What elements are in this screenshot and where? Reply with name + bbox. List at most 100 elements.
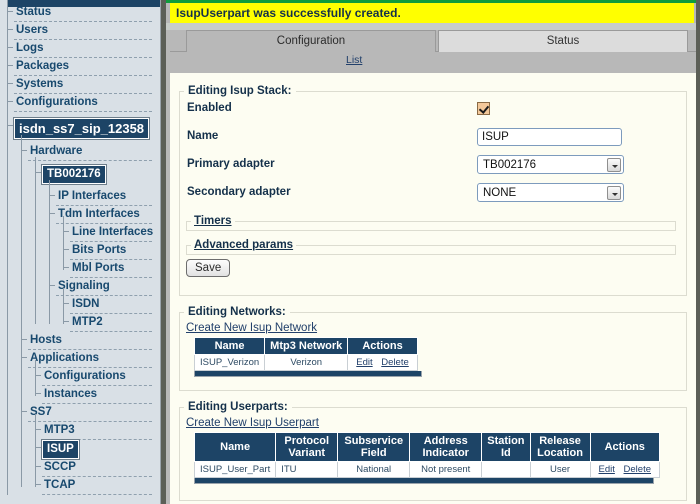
sidebar-item-applications[interactable]: Applications bbox=[28, 350, 160, 368]
sidebar-item-label: TCAP bbox=[42, 477, 152, 495]
primary-adapter-field: TB002176 bbox=[477, 155, 624, 174]
sidebar-item-label: Bits Ports bbox=[70, 242, 152, 260]
sidebar-item-mbl-ports[interactable]: Mbl Ports bbox=[70, 260, 160, 278]
sidebar-item-users[interactable]: Users bbox=[14, 22, 160, 40]
sidebar-item-tdm-interfaces[interactable]: Tdm Interfaces bbox=[56, 206, 160, 224]
sidebar-tdm-children: Line Interfaces Bits Ports Mbl Ports bbox=[56, 224, 160, 278]
delete-link[interactable]: Delete bbox=[624, 464, 651, 475]
cell-release-location: User bbox=[530, 462, 590, 478]
sidebar-item-packages[interactable]: Packages bbox=[14, 58, 160, 76]
cell-name: ISUP_User_Part bbox=[195, 462, 276, 478]
timers-fieldset[interactable]: Timers bbox=[186, 215, 676, 231]
sidebar-item-line-interfaces[interactable]: Line Interfaces bbox=[70, 224, 160, 242]
table-header-row: Name Mtp3 Network Actions bbox=[195, 338, 418, 355]
chevron-down-icon[interactable] bbox=[607, 186, 621, 200]
sidebar-item-signaling[interactable]: Signaling bbox=[56, 278, 160, 296]
primary-adapter-row: Primary adapter TB002176 bbox=[180, 153, 686, 181]
sidebar-item-ip-interfaces[interactable]: IP Interfaces bbox=[56, 188, 160, 206]
sidebar-item-label: Systems bbox=[14, 76, 152, 94]
sidebar-item-systems[interactable]: Systems bbox=[14, 76, 160, 94]
sidebar-item-logs[interactable]: Logs bbox=[14, 40, 160, 58]
secondary-adapter-field: NONE bbox=[477, 183, 624, 202]
networks-legend: Editing Networks: bbox=[184, 306, 290, 318]
sidebar-item-ss7[interactable]: SS7 bbox=[28, 404, 160, 422]
sidebar-item-label: Hardware bbox=[28, 143, 152, 161]
sidebar-item-isup[interactable]: ISUP bbox=[42, 440, 160, 459]
tab-bar: Configuration Status bbox=[170, 30, 696, 52]
tab-configuration[interactable]: Configuration bbox=[186, 30, 436, 52]
edit-link[interactable]: Edit bbox=[599, 464, 615, 475]
list-link[interactable]: List bbox=[346, 54, 362, 66]
isup-stack-fieldset: Editing Isup Stack: Enabled Name Primary… bbox=[179, 85, 687, 296]
name-row: Name bbox=[180, 125, 686, 153]
sidebar-item-label: Mbl Ports bbox=[70, 260, 152, 278]
secondary-adapter-row: Secondary adapter NONE bbox=[180, 181, 686, 209]
enabled-field bbox=[477, 99, 490, 115]
sidebar-item-bits-ports[interactable]: Bits Ports bbox=[70, 242, 160, 260]
sidebar-item-config-node[interactable]: isdn_ss7_sip_12358 bbox=[14, 118, 160, 139]
sidebar-item-mtp3[interactable]: MTP3 bbox=[42, 422, 160, 440]
sidebar-item-status[interactable]: Status bbox=[14, 4, 160, 22]
isup-stack-legend: Editing Isup Stack: bbox=[184, 85, 296, 97]
edit-link[interactable]: Edit bbox=[356, 357, 372, 368]
cell-station-id bbox=[482, 462, 530, 478]
name-input[interactable] bbox=[477, 128, 622, 146]
userparts-grid-wrap: Name Protocol Variant Subservice Field A… bbox=[180, 432, 686, 484]
cell-actions: Edit Delete bbox=[348, 355, 417, 371]
sidebar-item-label: Configurations bbox=[42, 368, 152, 386]
sidebar-item-tcap[interactable]: TCAP bbox=[42, 477, 160, 495]
cell-actions: Edit Delete bbox=[590, 462, 659, 478]
sidebar-item-instances[interactable]: Instances bbox=[42, 386, 160, 404]
sidebar-item-label: Tdm Interfaces bbox=[56, 206, 152, 224]
secondary-adapter-value: NONE bbox=[483, 187, 516, 199]
sidebar-item-label: ISUP bbox=[42, 440, 79, 459]
cell-address-indicator: Not present bbox=[410, 462, 482, 478]
sidebar-item-hosts[interactable]: Hosts bbox=[28, 332, 160, 350]
column-header-station-id: Station Id bbox=[482, 433, 530, 462]
sidebar-item-mtp2[interactable]: MTP2 bbox=[70, 314, 160, 332]
advanced-params-legend[interactable]: Advanced params bbox=[191, 239, 296, 251]
sidebar-item-label: Signaling bbox=[56, 278, 152, 296]
sidebar-item-isdn[interactable]: ISDN bbox=[70, 296, 160, 314]
sidebar-item-app-configurations[interactable]: Configurations bbox=[42, 368, 160, 386]
tab-status[interactable]: Status bbox=[438, 30, 688, 52]
enabled-checkbox[interactable] bbox=[477, 102, 490, 115]
sidebar-item-label: SCCP bbox=[42, 459, 152, 477]
create-new-isup-network-link[interactable]: Create New Isup Network bbox=[186, 322, 317, 334]
primary-adapter-label: Primary adapter bbox=[187, 158, 275, 170]
banner-spacer bbox=[166, 23, 696, 30]
networks-grid-footer bbox=[194, 371, 422, 377]
secondary-adapter-select[interactable]: NONE bbox=[477, 183, 624, 202]
chevron-down-icon[interactable] bbox=[607, 158, 621, 172]
advanced-params-fieldset[interactable]: Advanced params bbox=[186, 239, 676, 255]
success-banner: IsupUserpart was successfully created. bbox=[170, 3, 694, 23]
primary-adapter-select[interactable]: TB002176 bbox=[477, 155, 624, 174]
column-header-actions: Actions bbox=[348, 338, 417, 355]
table-header-row: Name Protocol Variant Subservice Field A… bbox=[195, 433, 660, 462]
sidebar-item-label: MTP2 bbox=[70, 314, 152, 332]
sidebar-item-configurations[interactable]: Configurations bbox=[14, 94, 160, 112]
sidebar-item-sccp[interactable]: SCCP bbox=[42, 459, 160, 477]
column-header-protocol-variant: Protocol Variant bbox=[276, 433, 338, 462]
sidebar-item-label: Applications bbox=[28, 350, 152, 368]
column-header-actions: Actions bbox=[590, 433, 659, 462]
sidebar-navigation: Status Users Logs Packages Systems Confi… bbox=[0, 0, 161, 504]
enabled-row: Enabled bbox=[180, 97, 686, 125]
main-panel: IsupUserpart was successfully created. C… bbox=[166, 0, 696, 504]
sidebar-item-board[interactable]: TB002176 bbox=[42, 165, 160, 184]
cell-subservice-field: National bbox=[338, 462, 410, 478]
sidebar-item-label: Users bbox=[14, 22, 152, 40]
table-row: ISUP_User_Part ITU National Not present … bbox=[195, 462, 660, 478]
sidebar-item-hardware[interactable]: Hardware bbox=[28, 143, 160, 161]
tab-strip-body bbox=[170, 51, 696, 73]
sidebar-item-label: ISDN bbox=[70, 296, 152, 314]
create-new-isup-userpart-link[interactable]: Create New Isup Userpart bbox=[186, 417, 319, 429]
userparts-fieldset: Editing Userparts: Create New Isup Userp… bbox=[179, 401, 687, 501]
name-label: Name bbox=[187, 130, 218, 142]
delete-link[interactable]: Delete bbox=[381, 357, 408, 368]
enabled-label: Enabled bbox=[187, 102, 232, 114]
sidebar-board-children: IP Interfaces Tdm Interfaces Line Interf… bbox=[42, 188, 160, 332]
save-button[interactable]: Save bbox=[186, 259, 230, 277]
column-header-address-indicator: Address Indicator bbox=[410, 433, 482, 462]
timers-legend[interactable]: Timers bbox=[191, 215, 235, 227]
